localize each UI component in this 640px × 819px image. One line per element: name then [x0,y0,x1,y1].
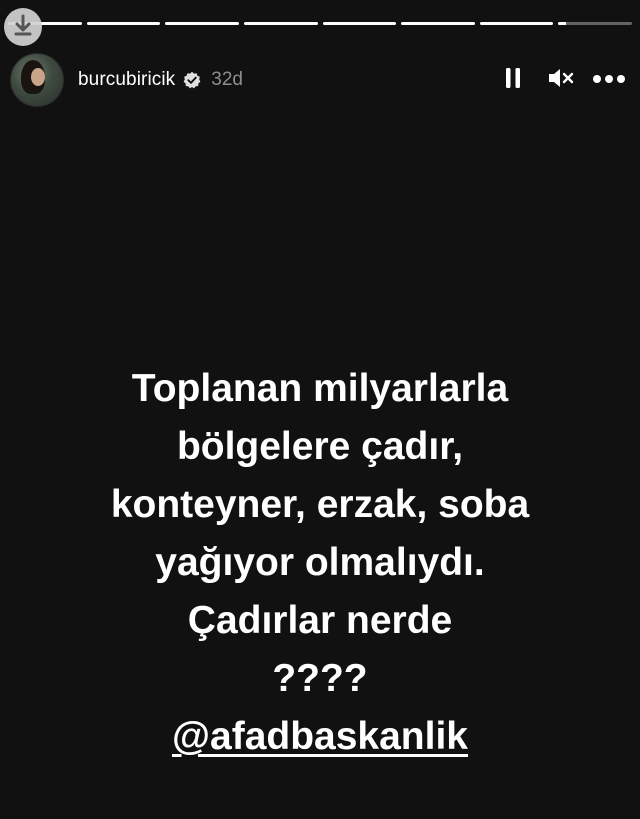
progress-segment [479,22,554,25]
mute-icon [547,66,575,95]
post-time: 32d [211,69,243,90]
download-icon [13,14,33,41]
progress-segment [322,22,397,25]
mute-button[interactable] [544,63,578,97]
progress-segment [165,22,239,25]
username[interactable]: burcubiricik [78,69,175,91]
avatar[interactable] [10,53,64,107]
progress-segment [558,22,632,25]
download-button[interactable] [4,8,42,46]
pause-icon [503,66,523,95]
caption-line: konteyner, erzak, soba [110,483,530,526]
caption-line: yağıyor olmalıydı. [155,541,485,584]
progress-segment [401,22,475,25]
caption-line: ???? [272,657,368,700]
caption-line: Çadırlar nerde [187,599,453,642]
verified-badge-icon [183,71,201,89]
pause-button[interactable] [496,63,530,97]
more-icon [592,71,626,89]
progress-segment [243,22,318,25]
more-options-button[interactable] [592,63,626,97]
progress-segment [86,22,161,25]
story-viewer: burcubiricik 32d Toplanan milyarlarla bö… [0,0,640,819]
caption-line: Toplanan milyarlarla [131,367,509,410]
mention-link[interactable]: @afadbaskanlik [172,715,468,758]
story-caption: Toplanan milyarlarla bölgelere çadır, ko… [0,360,640,766]
caption-line: bölgelere çadır, [176,425,464,468]
story-progress-bar [8,22,632,25]
story-header: burcubiricik 32d [10,52,626,108]
